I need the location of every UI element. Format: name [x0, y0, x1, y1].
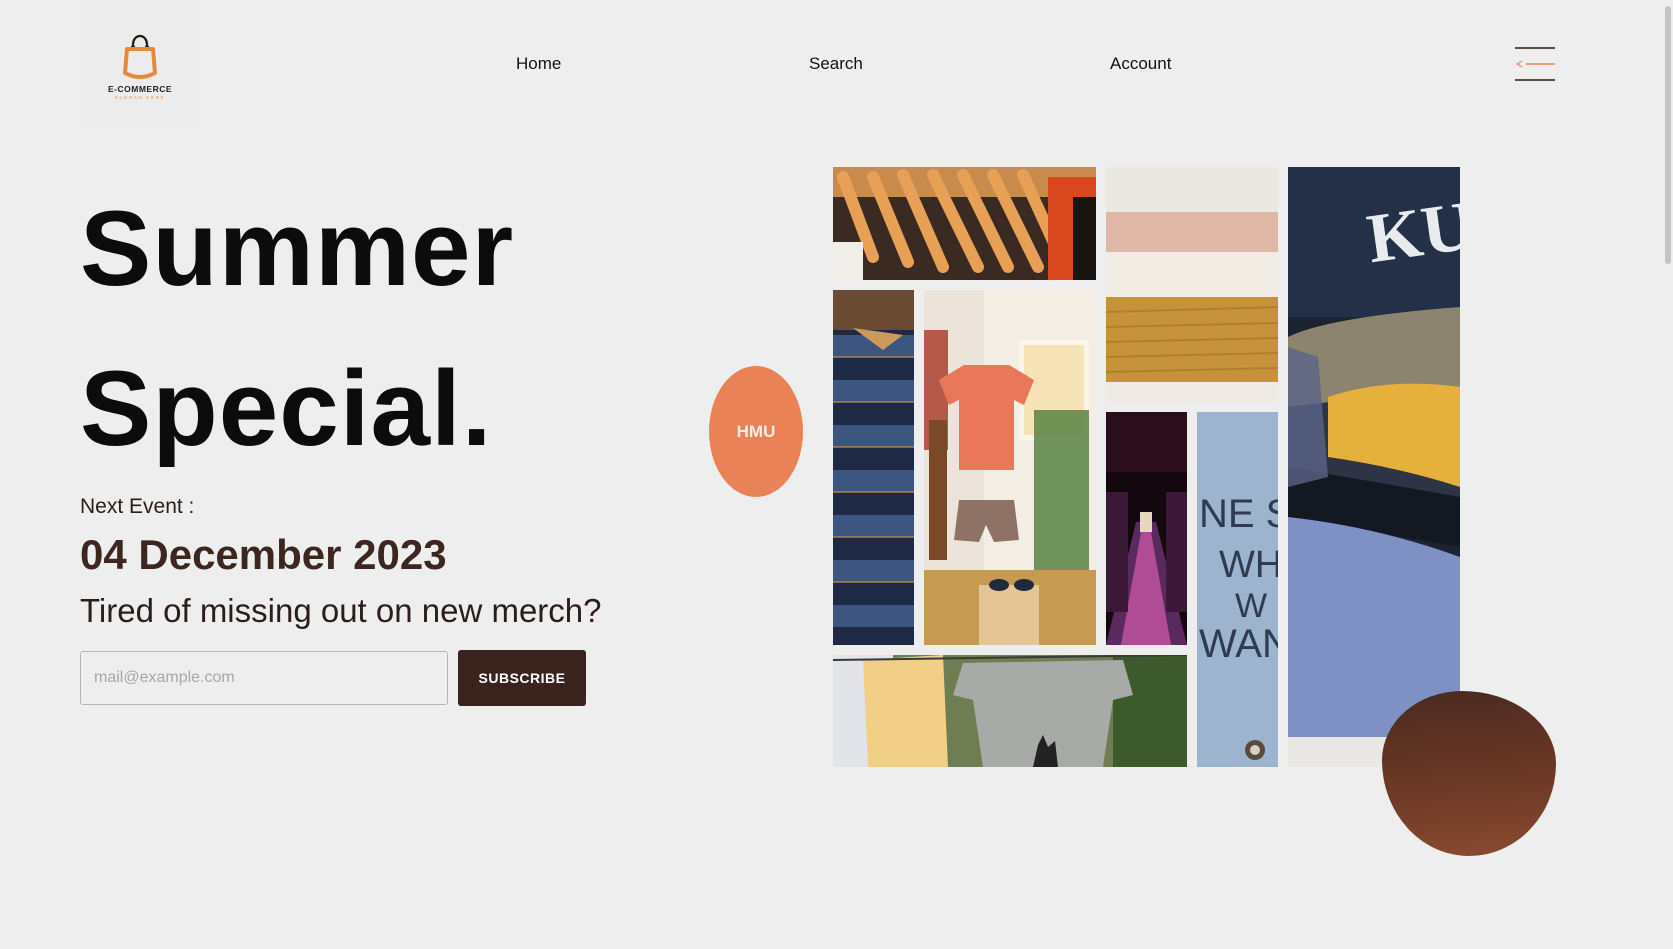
svg-text:W: W — [1235, 587, 1267, 625]
photo-knit-sweaters — [1106, 167, 1278, 402]
svg-text:KU: KU — [1363, 187, 1460, 278]
nav-home-link[interactable]: Home — [516, 54, 561, 74]
scrollbar-thumb[interactable] — [1665, 6, 1671, 264]
page-scrollbar[interactable] — [1661, 0, 1673, 949]
nav-search-link[interactable]: Search — [809, 54, 863, 74]
hero-title-line1: Summer — [80, 188, 515, 308]
photo-shirts-on-line — [833, 655, 1187, 767]
decorative-blob — [1382, 691, 1556, 856]
svg-text:NE S: NE S — [1199, 492, 1278, 536]
landing-page: E-COMMERCE SLOGAN HERE Home Search Accou… — [0, 0, 1673, 949]
menu-button[interactable] — [1514, 47, 1556, 81]
hmu-badge[interactable]: HMU — [709, 366, 803, 497]
photo-hanging-tshirt — [924, 290, 1096, 645]
subscribe-tagline: Tired of missing out on new merch? — [80, 592, 602, 629]
event-date: 04 December 2023 — [80, 531, 447, 578]
hmu-badge-label: HMU — [736, 421, 776, 441]
nav-account-link[interactable]: Account — [1110, 54, 1171, 74]
photo-denim-jacket: NE S WH W WAN — [1197, 412, 1278, 767]
logo-title: E-COMMERCE — [107, 83, 173, 94]
photo-denim-folded — [833, 290, 914, 645]
photo-jacket-stack: KU — [1288, 167, 1460, 767]
logo-slogan: SLOGAN HERE — [114, 94, 166, 100]
shopping-bag-icon — [123, 34, 157, 79]
subscribe-button[interactable]: SUBSCRIBE — [458, 650, 586, 706]
svg-text:WH: WH — [1219, 544, 1278, 586]
email-input[interactable] — [80, 651, 448, 705]
photo-store-aisle — [1106, 412, 1187, 645]
hamburger-menu-icon — [1515, 47, 1555, 81]
brand-logo[interactable]: E-COMMERCE SLOGAN HERE — [80, 4, 200, 124]
svg-text:WAN: WAN — [1199, 622, 1278, 666]
photo-hangers — [833, 167, 1096, 280]
next-event-label: Next Event : — [80, 495, 195, 518]
hero-title-line2: Special. — [80, 348, 493, 468]
